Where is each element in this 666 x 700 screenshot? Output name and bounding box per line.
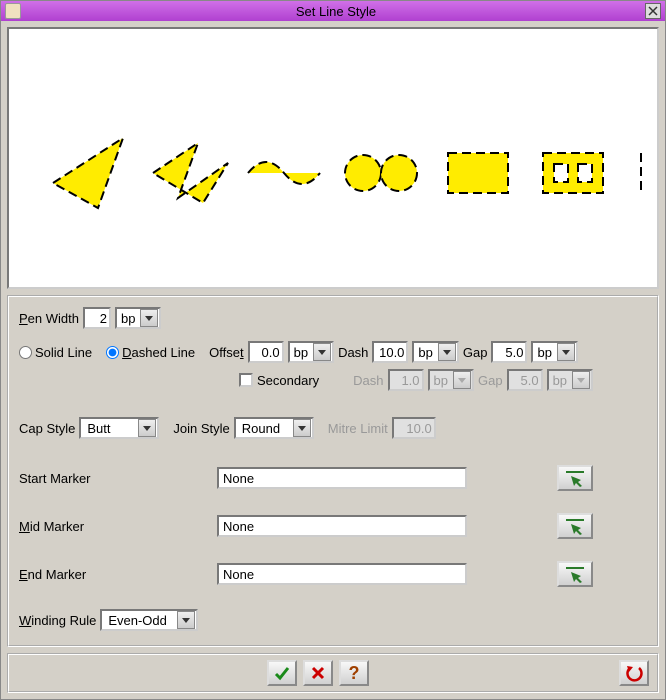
mid-marker-field: None: [217, 515, 467, 537]
dash-label: Dash: [338, 345, 368, 360]
winding-rule-select[interactable]: Even-Odd: [100, 609, 198, 631]
offset-label: Offset: [209, 345, 243, 360]
join-style-select[interactable]: Round: [234, 417, 314, 439]
start-marker-picker[interactable]: [557, 465, 593, 491]
offset-input[interactable]: [248, 341, 284, 363]
pen-width-input[interactable]: [83, 307, 111, 329]
bottom-bar: ?: [7, 653, 659, 693]
pen-width-label: Pen Width: [19, 311, 79, 326]
dash-unit-drop[interactable]: bp: [412, 341, 458, 363]
start-marker-field: None: [217, 467, 467, 489]
secondary-gap-input: [507, 369, 543, 391]
set-line-style-window: Set Line Style: [0, 0, 666, 700]
chevron-down-icon: [138, 419, 156, 437]
app-icon: [5, 3, 21, 19]
chevron-down-icon: [140, 309, 158, 327]
mid-marker-label: Mid Marker: [19, 519, 217, 534]
close-button[interactable]: [645, 3, 661, 19]
secondary-gap-label: Gap: [478, 373, 503, 388]
secondary-dash-label: Dash: [353, 373, 383, 388]
chevron-down-icon: [313, 343, 331, 361]
cap-style-label: Cap Style: [19, 421, 75, 436]
secondary-dash-input: [388, 369, 424, 391]
pen-width-unit-drop[interactable]: bp: [115, 307, 161, 329]
mitre-limit-input: [392, 417, 436, 439]
mid-marker-picker[interactable]: [557, 513, 593, 539]
mitre-limit-label: Mitre Limit: [328, 421, 388, 436]
reset-button[interactable]: [619, 660, 649, 686]
window-title: Set Line Style: [27, 4, 645, 19]
chevron-down-icon: [572, 371, 590, 389]
hand-pointer-icon: [563, 469, 587, 487]
settings-panel: Pen Width bp Solid Line Dashed Line Offs…: [7, 295, 659, 647]
chevron-down-icon: [177, 611, 195, 629]
titlebar[interactable]: Set Line Style: [1, 1, 665, 21]
cancel-button[interactable]: [303, 660, 333, 686]
end-marker-picker[interactable]: [557, 561, 593, 587]
chevron-down-icon: [557, 343, 575, 361]
gap-label: Gap: [463, 345, 488, 360]
preview-area: [7, 27, 659, 289]
secondary-checkbox[interactable]: Secondary: [239, 373, 319, 388]
end-marker-label: End Marker: [19, 567, 217, 582]
winding-rule-label: Winding Rule: [19, 613, 96, 628]
undo-icon: [625, 664, 643, 682]
start-marker-label: Start Marker: [19, 471, 217, 486]
solid-line-radio[interactable]: Solid Line: [19, 345, 92, 360]
chevron-down-icon: [453, 371, 471, 389]
chevron-down-icon: [438, 343, 456, 361]
hand-pointer-icon: [563, 565, 587, 583]
question-icon: ?: [349, 664, 360, 682]
hand-pointer-icon: [563, 517, 587, 535]
gap-unit-drop[interactable]: bp: [531, 341, 577, 363]
secondary-dash-unit: bp: [428, 369, 474, 391]
join-style-label: Join Style: [173, 421, 229, 436]
dash-input[interactable]: [372, 341, 408, 363]
chevron-down-icon: [293, 419, 311, 437]
ok-button[interactable]: [267, 660, 297, 686]
dashed-line-radio[interactable]: Dashed Line: [106, 345, 195, 360]
check-icon: [274, 665, 290, 681]
end-marker-field: None: [217, 563, 467, 585]
cap-style-select[interactable]: Butt: [79, 417, 159, 439]
offset-unit-drop[interactable]: bp: [288, 341, 334, 363]
gap-input[interactable]: [491, 341, 527, 363]
x-icon: [311, 666, 325, 680]
secondary-gap-unit: bp: [547, 369, 593, 391]
help-button[interactable]: ?: [339, 660, 369, 686]
